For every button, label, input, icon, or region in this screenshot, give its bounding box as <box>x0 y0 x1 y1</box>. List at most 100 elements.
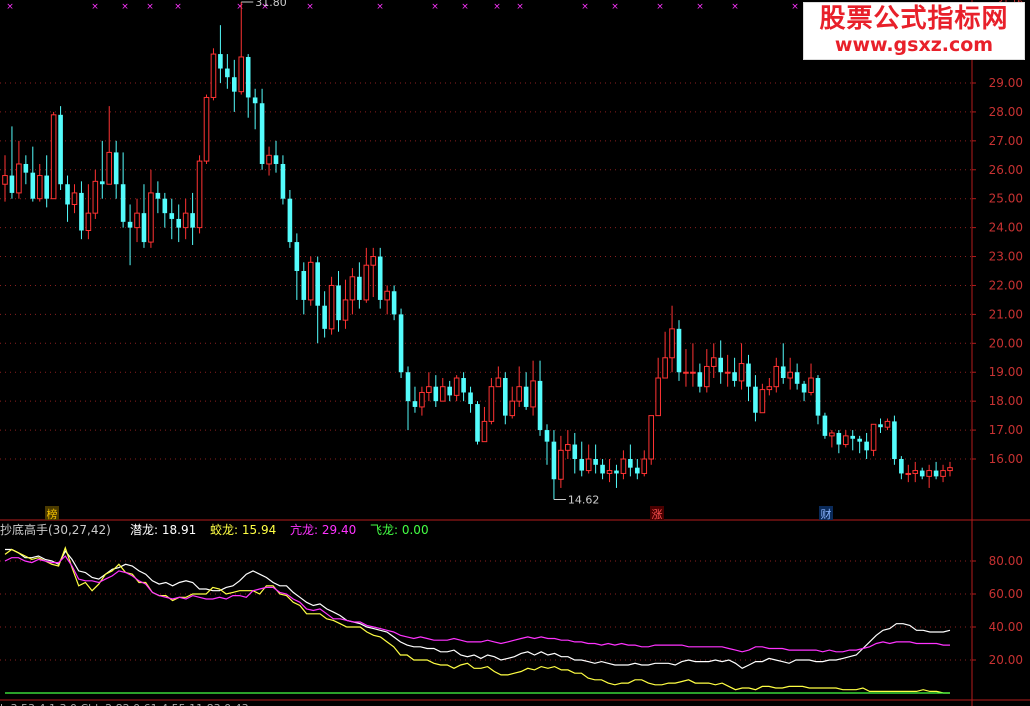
candle-body-up <box>2 175 8 185</box>
candle-body-down <box>377 256 383 300</box>
candle-body-down <box>391 291 397 315</box>
candle-body-down <box>523 386 529 407</box>
candle-body-up <box>558 449 564 480</box>
bottom-strip-text: h 3.53 4.1 3.0 Chl. 2.82 0.61 4.55 11.83… <box>0 702 249 706</box>
candle-body-down <box>252 97 258 104</box>
event-marker-label: 榜 <box>47 507 58 521</box>
candle-body-up <box>683 371 689 374</box>
star-mark: × <box>581 2 589 12</box>
candle-body-down <box>864 441 869 451</box>
star-mark: × <box>121 2 129 12</box>
star-mark: × <box>306 2 314 12</box>
candle-body-up <box>210 53 217 98</box>
candle-body-down <box>169 213 175 219</box>
candle-body-down <box>433 386 439 402</box>
candle-body-up <box>947 467 953 472</box>
star-mark: × <box>791 2 799 12</box>
star-mark: × <box>493 2 501 12</box>
candle-body-up <box>773 365 780 388</box>
price-tick-label: 23.00 <box>989 250 1023 264</box>
indicator-line-蛟龙 <box>4 545 950 694</box>
candle-body-down <box>23 163 29 173</box>
candle-body-down <box>676 328 682 373</box>
candle-body-down <box>120 184 126 222</box>
star-mark: × <box>656 2 664 12</box>
candle-body-up <box>238 56 245 93</box>
candle-body-down <box>336 285 341 321</box>
candle-body-up <box>363 264 370 301</box>
candle-body-down <box>357 276 362 300</box>
candle-body-down <box>572 444 578 459</box>
candle-body-up <box>808 377 814 393</box>
candle-body-down <box>113 152 119 185</box>
candle-body-down <box>58 114 63 185</box>
candle-body-down <box>933 470 939 477</box>
chart-canvas[interactable]: ×××××××××××××××××××××××× 16.0017.0018.00… <box>0 0 1030 706</box>
candle-body-down <box>245 56 251 98</box>
event-marker-label: 涨 <box>652 508 663 521</box>
event-markers[interactable]: 榜涨财 <box>45 506 833 521</box>
candle-body-down <box>44 175 49 199</box>
candle-body-up <box>710 357 717 367</box>
candle-body-down <box>801 383 807 393</box>
price-tick-label: 29.00 <box>989 76 1023 90</box>
candle-body-up <box>453 377 460 396</box>
candle-body-up <box>342 299 349 321</box>
star-mark: × <box>461 2 469 12</box>
candle-body-down <box>99 181 105 185</box>
candle-body-up <box>704 365 710 388</box>
candle-body-down <box>9 175 15 193</box>
indicator-series[interactable] <box>4 545 951 694</box>
price-axis: 16.00 17.00 18.00 19.00 20.00 21.00 22.00 23.00… <box>972 0 1023 466</box>
legend-item: 飞龙: 0.00 <box>370 523 429 537</box>
candle-body-up <box>419 391 425 408</box>
candle-body-up <box>912 470 919 474</box>
star-mark: × <box>431 2 439 12</box>
indicator-tick-label: 80.00 <box>989 554 1023 568</box>
candle-body-up <box>495 377 502 388</box>
price-tick-label: 25.00 <box>989 192 1023 206</box>
candle-body-up <box>134 212 140 229</box>
candle-body-down <box>579 459 585 471</box>
candle-body-down <box>412 401 418 407</box>
star-mark: × <box>696 2 704 12</box>
price-tick-label: 17.00 <box>989 423 1023 437</box>
legend-item: 潜龙: 18.91 <box>130 523 196 537</box>
candle-body-up <box>92 180 99 214</box>
legend-item: 蛟龙: 15.94 <box>210 522 276 537</box>
candle-body-down <box>287 198 293 243</box>
candle-body-up <box>641 458 648 474</box>
candle-body-up <box>870 423 877 451</box>
indicator-name: 抄底高手(30,27,42) <box>0 522 111 537</box>
star-mark: × <box>91 2 99 12</box>
candle-body-up <box>370 256 377 266</box>
candle-body-up <box>106 151 113 185</box>
candle-body-up <box>905 472 912 475</box>
candlestick-series[interactable] <box>2 2 953 500</box>
price-tick-label: 21.00 <box>989 307 1023 321</box>
price-tick-label: 27.00 <box>989 134 1023 148</box>
bottom-data-strip: h 3.53 4.1 3.0 Chl. 2.82 0.61 4.55 11.83… <box>0 702 249 706</box>
site-logo[interactable]: 股票公式指标网 www.gsxz.com <box>803 2 1025 60</box>
logo-title: 股票公式指标网 <box>819 4 1009 34</box>
candle-body-down <box>753 386 758 413</box>
candle-body-down <box>176 218 182 228</box>
candle-body-up <box>724 371 731 374</box>
candle-body-up <box>426 386 432 393</box>
candle-body-down <box>892 421 897 459</box>
star-mark: × <box>611 2 619 12</box>
candle-body-down <box>600 464 605 474</box>
candle-body-up <box>738 363 745 382</box>
candle-body-up <box>926 470 932 477</box>
candle-body-down <box>65 184 70 205</box>
candle-body-down <box>732 372 737 381</box>
candle-body-down <box>315 262 320 306</box>
candle-body-down <box>746 363 751 387</box>
candle-body-up <box>530 380 536 408</box>
candle-body-down <box>398 314 404 373</box>
candle-body-up <box>620 458 627 474</box>
star-mark: × <box>731 2 739 12</box>
candle-body-up <box>196 160 203 229</box>
candle-body-down <box>127 221 133 228</box>
candle-body-up <box>481 420 488 443</box>
